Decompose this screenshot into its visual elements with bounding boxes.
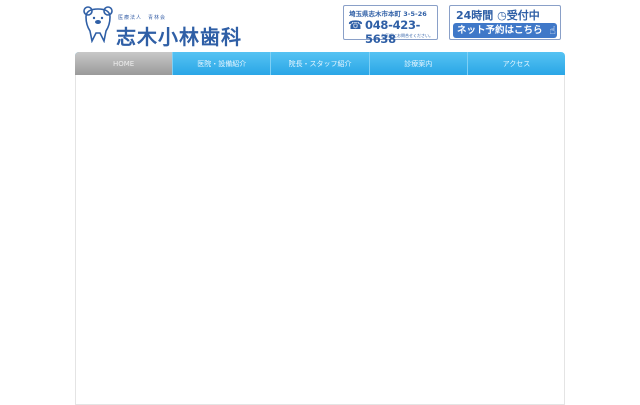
booking-button[interactable]: ネット予約はこちら ☝ (453, 23, 557, 38)
nav-staff[interactable]: 院長・スタッフ紹介 (270, 52, 368, 75)
contact-box: 埼玉県志木市本町 3-5-26 ☎ 048-423-5638 お気軽にお問合せく… (343, 5, 438, 46)
booking-hours: 24時間 ◷受付中 (456, 7, 540, 23)
logo-subtitle: 医療法人 青林会 (118, 15, 167, 21)
nav-access[interactable]: アクセス (466, 52, 565, 75)
main-content (75, 75, 565, 405)
booking-button-label: ネット予約はこちら (457, 25, 543, 36)
clinic-logo[interactable]: 医療法人 青林会 志木小林歯科 (82, 5, 247, 49)
nav-clinic-facilities[interactable]: 医院・設備紹介 (172, 52, 270, 75)
logo-name: 志木小林歯科 (116, 25, 242, 49)
main-nav: HOME 医院・設備紹介 院長・スタッフ紹介 診療案内 アクセス (75, 52, 565, 75)
nav-home[interactable]: HOME (75, 52, 173, 75)
address-text: 埼玉県志木市本町 3-5-26 (349, 10, 427, 18)
pointer-hand-icon: ☝ (549, 24, 556, 37)
phone-icon: ☎ (348, 18, 363, 32)
phone-note: お気軽にお問合せください。 (381, 33, 433, 38)
clock-icon: ◷ (497, 9, 507, 22)
booking-status: 受付中 (506, 9, 540, 22)
phone-number[interactable]: 048-423-5638 (365, 18, 437, 46)
online-booking-banner[interactable]: 24時間 ◷受付中 ネット予約はこちら ☝ (449, 5, 561, 40)
booking-hours-text: 24時間 (456, 9, 494, 22)
bear-tooth-icon (83, 6, 113, 43)
nav-treatment[interactable]: 診療案内 (368, 52, 467, 75)
